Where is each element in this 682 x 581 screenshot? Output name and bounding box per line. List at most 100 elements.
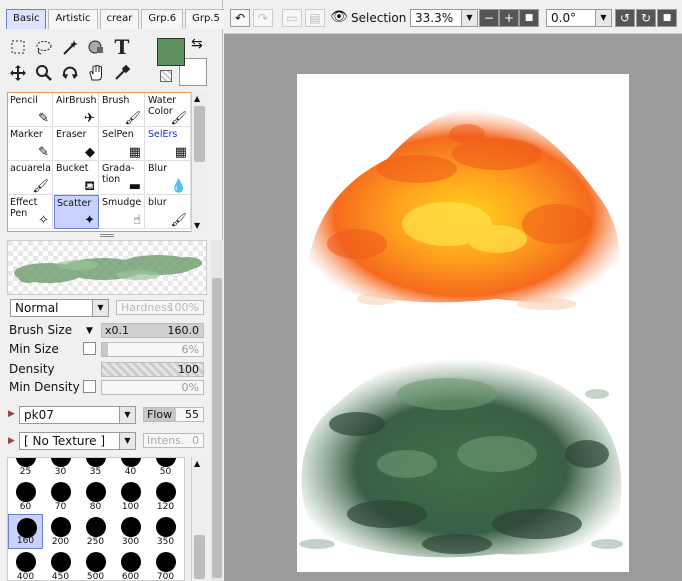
brush-pencil[interactable]: Pencil ✎ (8, 93, 53, 127)
size-option[interactable]: 200 (43, 514, 78, 549)
scroll-down-icon[interactable]: ▼ (194, 221, 200, 230)
size-option[interactable]: 30 (43, 458, 78, 479)
text-tool-icon[interactable]: T (111, 35, 133, 59)
size-option[interactable]: 500 (78, 549, 113, 580)
size-option[interactable]: 60 (8, 479, 43, 514)
size-scroll-thumb[interactable] (194, 535, 205, 579)
brush-marker[interactable]: Marker ✎ (8, 127, 53, 161)
brush-effect-pen[interactable]: Effect Pen ✧ (8, 195, 53, 229)
flow-slider[interactable]: Flow 55 (143, 407, 204, 422)
blend-mode-select[interactable]: Normal ▼ (10, 299, 109, 317)
eyedropper-icon[interactable] (111, 62, 133, 84)
undo-button[interactable]: ↶ (230, 9, 250, 27)
brush-water-color[interactable]: Water Color 🖌 (146, 93, 191, 127)
brush-bucket[interactable]: Bucket ⛾ (54, 161, 99, 195)
size-option[interactable]: 80 (78, 479, 113, 514)
size-option[interactable]: 70 (43, 479, 78, 514)
texture-select[interactable]: [ No Texture ] ▼ (19, 432, 136, 450)
brush-size-dot-icon (156, 552, 176, 572)
min-size-slider[interactable]: 6% (101, 342, 204, 357)
tab-artistic[interactable]: Artistic (48, 9, 98, 29)
brush-grada-tion[interactable]: Grada-tion ▬ (100, 161, 145, 195)
brush-label: Scatter (57, 198, 92, 209)
panel-splitter-grip[interactable] (100, 234, 114, 237)
chevron-down-icon: ▼ (92, 300, 108, 316)
brush-scatter[interactable]: Scatter ✦ (54, 195, 99, 229)
size-option[interactable]: 40 (113, 458, 148, 479)
min-density-slider[interactable]: 0% (101, 380, 204, 395)
tab-basic[interactable]: Basic (6, 9, 47, 29)
rotate-right-button[interactable]: ↻ (636, 9, 656, 27)
density-slider[interactable]: 100 (101, 362, 204, 377)
primary-color-swatch[interactable] (157, 38, 185, 66)
selection-pen-icon[interactable] (85, 36, 107, 58)
size-option[interactable]: 250 (78, 514, 113, 549)
brush-label: Bucket (56, 163, 89, 174)
canvas-area[interactable] (224, 34, 682, 581)
brush-acuarela[interactable]: acuarela 🖌 (8, 161, 53, 195)
brush-selpen[interactable]: SelPen ▦ (100, 127, 145, 161)
brush-grid-scrollbar[interactable]: ▲ ▼ (191, 92, 207, 232)
brush-scroll-thumb[interactable] (194, 106, 205, 162)
min-density-checkbox[interactable] (83, 380, 96, 393)
zoom-out-button[interactable]: − (479, 9, 499, 27)
transparent-color-icon[interactable] (160, 70, 172, 82)
swap-colors-icon[interactable]: ⇆ (191, 36, 203, 52)
rotate-reset-button[interactable]: ■ (657, 9, 677, 27)
zoom-in-button[interactable]: + (499, 9, 519, 27)
expand-arrow-icon[interactable]: ▶ (8, 409, 15, 419)
scroll-up-icon[interactable]: ▲ (194, 459, 200, 468)
size-option[interactable]: 100 (113, 479, 148, 514)
invert-selection-button[interactable]: ▤ (305, 9, 325, 27)
rotate-icon[interactable] (59, 62, 81, 84)
magic-wand-icon[interactable] (59, 36, 81, 58)
move-icon[interactable] (7, 62, 29, 84)
size-option[interactable]: 350 (148, 514, 183, 549)
size-option[interactable]: 120 (148, 479, 183, 514)
rect-select-icon[interactable] (7, 36, 29, 58)
brush-smudge[interactable]: Smudge ☝ (100, 195, 145, 229)
brush-airbrush[interactable]: AirBrush ✈ (54, 93, 99, 127)
size-grid-scrollbar[interactable]: ▲ (191, 457, 207, 581)
brush-brush[interactable]: Brush 🖌 (100, 93, 145, 127)
tab-grp-5[interactable]: Grp.5 (185, 9, 227, 29)
size-option[interactable]: 25 (8, 458, 43, 479)
panel-scrollbar[interactable] (211, 240, 223, 581)
expand-arrow-icon[interactable]: ▶ (8, 436, 15, 446)
brush-shape-select[interactable]: pk07 ▼ (19, 406, 136, 424)
size-option[interactable]: 400 (8, 549, 43, 580)
brush-selers[interactable]: SelErs ▦ (146, 127, 191, 161)
brush-label: Smudge (102, 197, 142, 208)
size-option[interactable]: 300 (113, 514, 148, 549)
hand-icon[interactable] (85, 62, 107, 84)
tab-crear[interactable]: crear (99, 9, 140, 29)
scroll-up-icon[interactable]: ▲ (194, 94, 200, 103)
selection-visibility-icon[interactable]: 👁 (329, 9, 349, 27)
size-option[interactable]: 35 (78, 458, 113, 479)
size-option[interactable]: 600 (113, 549, 148, 580)
zoom-select[interactable]: 33.3% ▼ (410, 9, 478, 27)
tab-grp-6[interactable]: Grp.6 (141, 9, 184, 29)
brush-size-multiplier[interactable]: x0.1 (105, 324, 129, 337)
drawing-paper[interactable] (297, 74, 629, 572)
zoom-icon[interactable] (33, 62, 55, 84)
lasso-icon[interactable] (33, 36, 55, 58)
size-option[interactable]: 160 (8, 514, 43, 549)
min-size-checkbox[interactable] (83, 342, 96, 355)
zoom-reset-button[interactable]: ■ (519, 9, 539, 27)
rotate-left-button[interactable]: ↺ (615, 9, 635, 27)
deselect-button[interactable]: ▭ (282, 9, 302, 27)
panel-scroll-thumb[interactable] (212, 278, 222, 578)
size-option[interactable]: 450 (43, 549, 78, 580)
brush-blur[interactable]: blur 🖌 (146, 195, 191, 229)
brush-size-slider[interactable]: x0.1 160.0 (101, 323, 204, 338)
marker-icon: ✎ (38, 145, 49, 160)
rotation-select[interactable]: 0.0° ▼ (546, 9, 612, 27)
watercolor-icon: 🖌 (170, 111, 187, 126)
brush-size-multiplier-icon[interactable]: ▼ (86, 326, 93, 336)
size-option[interactable]: 50 (148, 458, 183, 479)
brush-eraser[interactable]: Eraser ◆ (54, 127, 99, 161)
redo-button[interactable]: ↷ (253, 9, 273, 27)
size-option[interactable]: 700 (148, 549, 183, 580)
brush-blur[interactable]: Blur 💧 (146, 161, 191, 195)
